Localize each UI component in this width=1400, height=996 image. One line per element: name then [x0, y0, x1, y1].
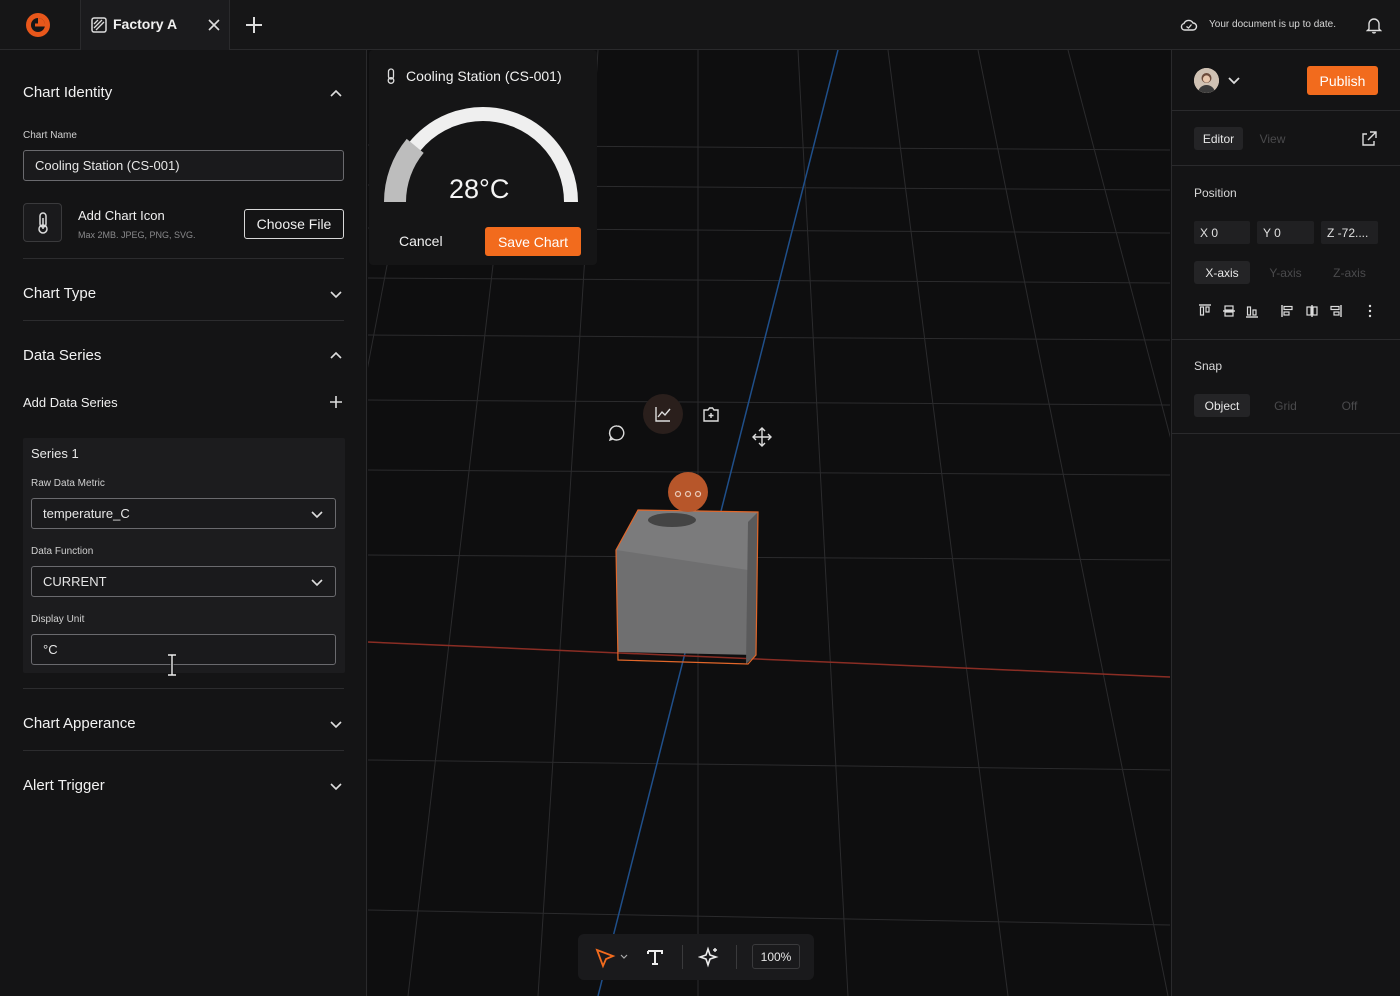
sparkle-ai-icon[interactable]: [698, 946, 720, 968]
divider: [1172, 110, 1400, 111]
add-series-plus-icon[interactable]: [329, 395, 343, 409]
cloud-check-icon: [1180, 19, 1198, 31]
user-avatar-icon: [1194, 68, 1219, 93]
chart-tool-button[interactable]: [643, 394, 683, 434]
x-axis-toggle[interactable]: X-axis: [1194, 261, 1250, 284]
comment-icon[interactable]: [608, 424, 626, 442]
divider: [1172, 433, 1400, 434]
chevron-down-icon[interactable]: [329, 717, 343, 731]
y-axis-toggle[interactable]: Y-axis: [1257, 261, 1314, 284]
chevron-up-icon[interactable]: [329, 87, 343, 101]
snap-off-option[interactable]: Off: [1321, 394, 1378, 417]
properties-panel: Publish Editor View Position X 0 Y 0 Z -…: [1171, 50, 1400, 996]
divider: [23, 320, 344, 321]
zoom-level[interactable]: 100%: [752, 944, 800, 969]
text-cursor-icon: [168, 654, 176, 676]
z-axis-toggle[interactable]: Z-axis: [1321, 261, 1378, 284]
gauge-value: 28°C: [449, 174, 510, 204]
data-function-label: Data Function: [31, 546, 94, 557]
line-chart-icon: [655, 407, 671, 422]
choose-file-button[interactable]: Choose File: [244, 209, 344, 239]
align-top-icon[interactable]: [1198, 304, 1212, 318]
align-bottom-icon[interactable]: [1245, 304, 1259, 318]
chevron-down-icon[interactable]: [329, 287, 343, 301]
snap-object-option[interactable]: Object: [1194, 394, 1250, 417]
align-left-icon[interactable]: [1281, 304, 1295, 318]
toolbar-separator: [682, 945, 683, 969]
file-pattern-icon: [91, 17, 107, 33]
move-icon[interactable]: [752, 427, 772, 447]
cancel-button[interactable]: Cancel: [399, 233, 443, 249]
series-card: Series 1 Raw Data Metric temperature_C D…: [23, 438, 345, 676]
series-name: Series 1: [31, 446, 79, 461]
chevron-down-icon: [311, 511, 323, 519]
tab-editor[interactable]: Editor: [1194, 127, 1243, 150]
raw-data-metric-label: Raw Data Metric: [31, 478, 105, 489]
position-x-input[interactable]: X 0: [1194, 221, 1250, 244]
tab-view[interactable]: View: [1250, 127, 1295, 150]
raw-data-metric-value: temperature_C: [43, 506, 130, 521]
add-data-series-label: Add Data Series: [23, 395, 118, 410]
bottom-toolbar: 100%: [578, 934, 814, 980]
document-status: Your document is up to date.: [1209, 19, 1336, 30]
tab-label: Factory A: [113, 16, 178, 32]
app-logo-icon[interactable]: [24, 11, 52, 39]
share-icon[interactable]: [1362, 131, 1377, 146]
chart-config-panel: Chart Identity Chart Name Cooling Statio…: [0, 50, 367, 996]
display-unit-input[interactable]: °C: [31, 634, 336, 665]
gauge-fill: [384, 138, 424, 203]
align-right-icon[interactable]: [1328, 304, 1342, 318]
chart-preview-popup: Cooling Station (CS-001) 28°C Cancel Sav…: [369, 50, 597, 265]
position-z-input[interactable]: Z -72....: [1321, 221, 1378, 244]
camera-add-icon[interactable]: [702, 406, 720, 423]
more-vertical-icon[interactable]: [1367, 304, 1373, 318]
toolbar-separator: [736, 945, 737, 969]
add-chart-icon-hint: Max 2MB. JPEG, PNG, SVG.: [78, 230, 196, 240]
divider: [23, 258, 344, 259]
chevron-up-icon[interactable]: [329, 349, 343, 363]
add-chart-icon-label: Add Chart Icon: [78, 208, 165, 223]
select-pointer-icon[interactable]: [594, 947, 616, 969]
chart-name-label: Chart Name: [23, 130, 77, 141]
align-center-icon[interactable]: [1305, 304, 1319, 318]
thermometer-icon: [38, 212, 48, 234]
data-function-select[interactable]: CURRENT: [31, 566, 336, 597]
divider: [23, 750, 344, 751]
snap-grid-option[interactable]: Grid: [1257, 394, 1314, 417]
section-title-alert-trigger[interactable]: Alert Trigger: [23, 777, 105, 794]
bell-icon[interactable]: [1366, 16, 1382, 34]
divider: [23, 688, 344, 689]
data-function-value: CURRENT: [43, 574, 107, 589]
divider: [1172, 165, 1400, 166]
section-title-chart-identity[interactable]: Chart Identity: [23, 84, 112, 101]
popup-title: Cooling Station (CS-001): [406, 68, 562, 84]
chart-name-input[interactable]: Cooling Station (CS-001): [23, 150, 344, 181]
avatar[interactable]: [1194, 68, 1219, 93]
tab-factory-a[interactable]: Factory A: [80, 0, 230, 50]
chevron-down-icon[interactable]: [1228, 76, 1240, 86]
chart-icon-preview[interactable]: [23, 203, 62, 242]
snap-label: Snap: [1194, 359, 1223, 373]
text-tool-icon[interactable]: [646, 948, 664, 966]
plus-icon[interactable]: [244, 15, 264, 35]
position-label: Position: [1194, 186, 1237, 200]
display-unit-label: Display Unit: [31, 614, 85, 625]
raw-data-metric-select[interactable]: temperature_C: [31, 498, 336, 529]
position-y-input[interactable]: Y 0: [1257, 221, 1314, 244]
chevron-down-icon[interactable]: [620, 954, 628, 960]
chevron-down-icon: [311, 579, 323, 587]
align-middle-icon[interactable]: [1222, 304, 1236, 318]
cube-object[interactable]: [608, 460, 768, 675]
section-title-chart-type[interactable]: Chart Type: [23, 285, 96, 302]
section-title-data-series[interactable]: Data Series: [23, 347, 101, 364]
save-chart-button[interactable]: Save Chart: [485, 227, 581, 256]
chevron-down-icon[interactable]: [329, 779, 343, 793]
thermometer-icon: [387, 68, 395, 84]
close-icon[interactable]: [206, 17, 222, 33]
divider: [1172, 339, 1400, 340]
publish-button[interactable]: Publish: [1307, 66, 1378, 95]
section-title-chart-appearance[interactable]: Chart Apperance: [23, 715, 136, 732]
top-bar: Factory A Your document is up to date.: [0, 0, 1400, 50]
